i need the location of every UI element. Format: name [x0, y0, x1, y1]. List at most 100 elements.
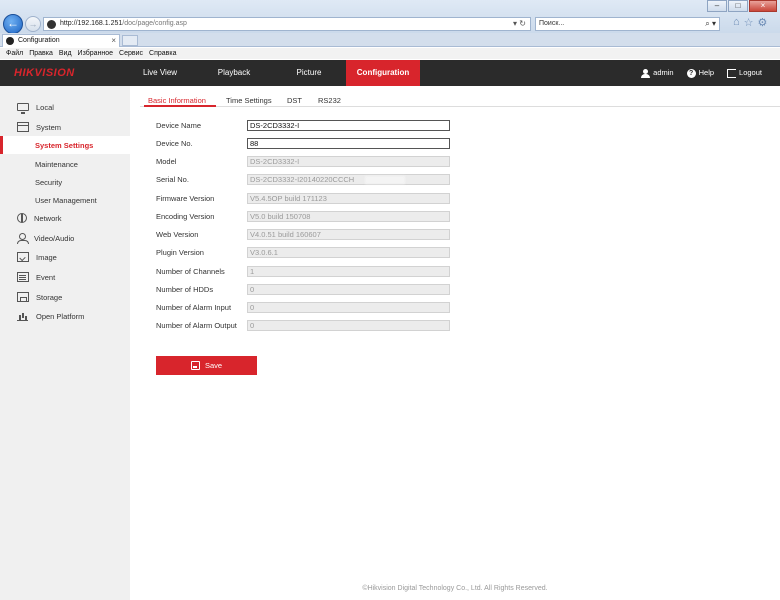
menu-file[interactable]: Файл: [6, 50, 23, 57]
device-name-label: Device Name: [156, 121, 202, 130]
home-icon[interactable]: ⌂: [733, 16, 740, 29]
plugin-version-label: Plugin Version: [156, 248, 204, 257]
sidebar: Local System System Settings Maintenance…: [0, 86, 130, 600]
device-name-row: Device Name: [156, 120, 456, 132]
hdds-field: 0: [247, 284, 450, 295]
search-input[interactable]: Поиск... ⌕ ▾: [535, 17, 720, 31]
active-tab-indicator: [144, 105, 216, 107]
address-bar[interactable]: http://192.168.1.251/doc/page/config.asp…: [43, 17, 531, 31]
sidebar-item-image[interactable]: Image: [0, 248, 130, 266]
back-arrow-icon[interactable]: ←: [3, 14, 23, 34]
browser-tab[interactable]: Configuration ×: [2, 34, 120, 47]
favorites-star-icon[interactable]: ☆: [744, 16, 754, 29]
plugin-version-field: V3.0.6.1: [247, 247, 450, 258]
settings-gear-icon[interactable]: ⚙: [758, 16, 768, 29]
serial-redaction: [365, 176, 405, 184]
video-audio-icon: [17, 233, 29, 244]
device-no-row: Device No.: [156, 138, 456, 150]
firmware-version-label: Firmware Version: [156, 194, 215, 203]
serial-no-row: Serial No. DS-2CD3332-I20140220CCCH: [156, 174, 456, 186]
alarm-input-label: Number of Alarm Input: [156, 303, 232, 312]
sidebar-item-system-settings[interactable]: System Settings: [0, 136, 130, 154]
sidebar-item-video-audio[interactable]: Video/Audio: [0, 229, 130, 247]
alarm-output-label: Number of Alarm Output: [156, 321, 237, 330]
menu-favorites[interactable]: Избранное: [78, 50, 113, 57]
device-name-input[interactable]: [247, 120, 450, 131]
system-icon: [17, 122, 29, 132]
header-user-controls: admin ? Help Logout: [641, 60, 762, 86]
tab-time-settings[interactable]: Time Settings: [226, 96, 272, 105]
tab-dst[interactable]: DST: [287, 96, 302, 105]
encoding-version-label: Encoding Version: [156, 212, 215, 221]
alarm-input-field: 0: [247, 302, 450, 313]
address-text: http://192.168.1.251/doc/page/config.asp: [60, 20, 187, 27]
sidebar-item-network[interactable]: Network: [0, 209, 130, 227]
monitor-icon: [17, 103, 29, 114]
serial-no-value: DS-2CD3332-I20140220CCCH: [250, 175, 355, 184]
site-icon: [47, 20, 56, 29]
channels-label: Number of Channels: [156, 267, 225, 276]
logout-link[interactable]: Logout: [727, 68, 762, 78]
serial-no-label: Serial No.: [156, 175, 189, 184]
sidebar-item-user-management[interactable]: User Management: [0, 191, 130, 209]
plugin-version-row: Plugin Version V3.0.6.1: [156, 247, 456, 259]
minimize-button[interactable]: –: [707, 0, 727, 12]
copyright-footer: ©Hikvision Digital Technology Co., Ltd. …: [362, 585, 548, 592]
model-row: Model DS-2CD3332-I: [156, 156, 456, 168]
model-label: Model: [156, 157, 177, 166]
new-tab-button[interactable]: [122, 35, 138, 46]
refresh-icon[interactable]: ▾ ↻: [513, 19, 526, 28]
save-button[interactable]: Save: [156, 356, 257, 375]
app-header: HIKVISION Live View Playback Picture Con…: [0, 60, 780, 86]
search-icon[interactable]: ⌕ ▾: [705, 19, 716, 29]
encoding-version-row: Encoding Version V5.0 build 150708: [156, 211, 456, 223]
network-icon: [17, 213, 27, 223]
menu-edit[interactable]: Правка: [29, 50, 53, 57]
encoding-version-field: V5.0 build 150708: [247, 211, 450, 222]
hdds-row: Number of HDDs 0: [156, 284, 456, 296]
help-link[interactable]: ? Help: [686, 68, 714, 78]
nav-live-view[interactable]: Live View: [130, 60, 190, 86]
tab-close-icon[interactable]: ×: [111, 36, 116, 45]
event-icon: [17, 272, 29, 282]
nav-configuration[interactable]: Configuration: [346, 60, 420, 86]
web-version-row: Web Version V4.0.51 build 160607: [156, 229, 456, 241]
menu-tools[interactable]: Сервис: [119, 50, 143, 57]
alarm-output-field: 0: [247, 320, 450, 331]
close-window-button[interactable]: ×: [749, 0, 777, 12]
sidebar-item-security[interactable]: Security: [0, 173, 130, 191]
forward-arrow-icon[interactable]: →: [25, 16, 41, 32]
web-version-field: V4.0.51 build 160607: [247, 229, 450, 240]
nav-picture[interactable]: Picture: [280, 60, 338, 86]
user-menu[interactable]: admin: [641, 68, 674, 78]
sidebar-item-storage[interactable]: Storage: [0, 288, 130, 306]
sidebar-item-event[interactable]: Event: [0, 268, 130, 286]
sidebar-item-open-platform[interactable]: Open Platform: [0, 307, 130, 325]
sidebar-item-system[interactable]: System: [0, 118, 130, 136]
alarm-output-row: Number of Alarm Output 0: [156, 320, 456, 332]
firmware-version-field: V5.4.5OP build 171123: [247, 193, 450, 204]
tab-title: Configuration: [18, 37, 60, 44]
channels-field: 1: [247, 266, 450, 277]
device-no-input[interactable]: [247, 138, 450, 149]
menu-help[interactable]: Справка: [149, 50, 176, 57]
serial-no-field: DS-2CD3332-I20140220CCCH: [247, 174, 450, 185]
hdds-label: Number of HDDs: [156, 285, 214, 294]
menu-view[interactable]: Вид: [59, 50, 72, 57]
tab-basic-information[interactable]: Basic Information: [148, 96, 206, 105]
search-placeholder: Поиск...: [539, 20, 565, 27]
help-icon: ?: [686, 68, 696, 78]
save-label: Save: [204, 361, 223, 370]
storage-icon: [17, 292, 29, 302]
browser-icons: ⌂ ☆ ⚙: [733, 16, 767, 29]
sidebar-item-maintenance[interactable]: Maintenance: [0, 155, 130, 173]
hikvision-logo: HIKVISION: [14, 67, 75, 79]
maximize-button[interactable]: □: [728, 0, 748, 12]
device-no-label: Device No.: [156, 139, 193, 148]
tab-rs232[interactable]: RS232: [318, 96, 341, 105]
subtab-divider: [140, 106, 780, 107]
nav-playback[interactable]: Playback: [205, 60, 263, 86]
sidebar-item-local[interactable]: Local: [0, 98, 130, 116]
firmware-version-row: Firmware Version V5.4.5OP build 171123: [156, 193, 456, 205]
alarm-input-row: Number of Alarm Input 0: [156, 302, 456, 314]
